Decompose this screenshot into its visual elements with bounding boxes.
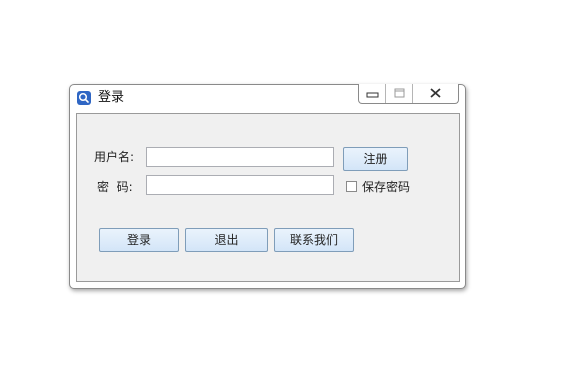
remember-password-checkbox[interactable] bbox=[346, 181, 357, 192]
remember-password-label: 保存密码 bbox=[362, 180, 411, 194]
login-window: 登录 用户名: 注册 密 码: 保存密码 登录 退出 联系我们 bbox=[69, 84, 466, 289]
minimize-icon bbox=[366, 92, 379, 98]
search-icon bbox=[77, 91, 91, 105]
login-button[interactable]: 登录 bbox=[99, 228, 179, 252]
password-input[interactable] bbox=[146, 175, 334, 195]
contact-us-button[interactable]: 联系我们 bbox=[274, 228, 354, 252]
window-controls bbox=[358, 84, 459, 104]
register-button[interactable]: 注册 bbox=[343, 147, 408, 171]
title-bar[interactable]: 登录 bbox=[70, 84, 465, 111]
password-label: 密 码: bbox=[97, 180, 133, 194]
close-icon bbox=[430, 88, 441, 98]
login-panel: 用户名: 注册 密 码: 保存密码 登录 退出 联系我们 bbox=[76, 113, 460, 282]
maximize-button[interactable] bbox=[386, 84, 413, 103]
username-input[interactable] bbox=[146, 147, 334, 167]
minimize-button[interactable] bbox=[359, 84, 386, 103]
exit-button[interactable]: 退出 bbox=[185, 228, 268, 252]
username-label: 用户名: bbox=[94, 150, 135, 164]
close-button[interactable] bbox=[413, 84, 458, 103]
maximize-icon bbox=[394, 88, 405, 98]
window-title: 登录 bbox=[98, 90, 125, 105]
